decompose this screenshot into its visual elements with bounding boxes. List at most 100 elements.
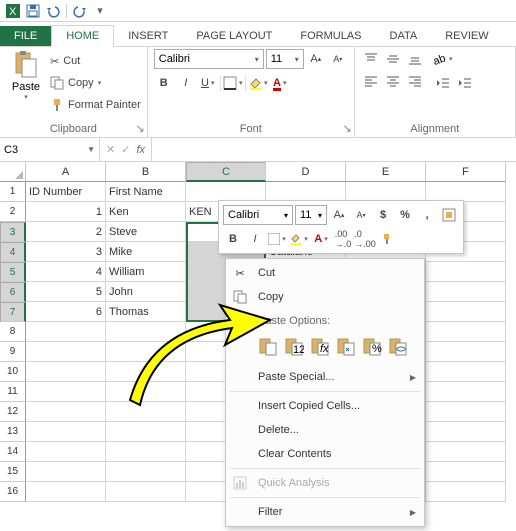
cell-A2[interactable]: 1 bbox=[26, 202, 106, 222]
mini-format-cells-icon[interactable] bbox=[439, 205, 459, 225]
mini-decrease-decimal-icon[interactable]: .00→.0 bbox=[333, 229, 353, 249]
mini-decrease-font-icon[interactable]: A▾ bbox=[351, 205, 371, 225]
align-right-icon[interactable] bbox=[405, 71, 425, 91]
ctx-paste-special[interactable]: Paste Special...▶ bbox=[226, 365, 424, 389]
cell-A9[interactable] bbox=[26, 342, 106, 362]
row-header-2[interactable]: 2 bbox=[0, 202, 26, 222]
ctx-insert-copied[interactable]: Insert Copied Cells... bbox=[226, 394, 424, 418]
fx-icon[interactable]: fx bbox=[136, 144, 145, 156]
italic-button[interactable]: I bbox=[176, 73, 196, 93]
cell-A13[interactable] bbox=[26, 422, 106, 442]
mini-italic-button[interactable]: I bbox=[245, 229, 265, 249]
col-header-A[interactable]: A bbox=[26, 162, 106, 182]
mini-increase-decimal-icon[interactable]: .0→.00 bbox=[355, 229, 375, 249]
col-header-E[interactable]: E bbox=[346, 162, 426, 182]
row-header-13[interactable]: 13 bbox=[0, 422, 26, 442]
mini-percent-icon[interactable]: % bbox=[395, 205, 415, 225]
cell-F11[interactable] bbox=[426, 382, 506, 402]
cell-A8[interactable] bbox=[26, 322, 106, 342]
cell-A10[interactable] bbox=[26, 362, 106, 382]
align-center-icon[interactable] bbox=[383, 71, 403, 91]
decrease-indent-icon[interactable] bbox=[433, 73, 453, 93]
cell-A7[interactable]: 6 bbox=[26, 302, 106, 322]
name-box[interactable]: C3▼ bbox=[0, 138, 100, 161]
col-header-B[interactable]: B bbox=[106, 162, 186, 182]
font-size-select[interactable]: 11▾ bbox=[266, 49, 304, 69]
cell-B9[interactable] bbox=[106, 342, 186, 362]
mini-format-painter-icon[interactable] bbox=[377, 229, 397, 249]
cell-A16[interactable] bbox=[26, 482, 106, 502]
cell-B8[interactable] bbox=[106, 322, 186, 342]
mini-font-size[interactable]: 11▾ bbox=[295, 205, 327, 225]
tab-review[interactable]: REVIEW bbox=[431, 26, 502, 46]
cell-A5[interactable]: 4 bbox=[26, 262, 106, 282]
cell-F5[interactable] bbox=[426, 262, 506, 282]
ctx-cut[interactable]: ✂Cut bbox=[226, 261, 424, 285]
mini-border-button[interactable] bbox=[267, 229, 287, 249]
chevron-down-icon[interactable]: ▼ bbox=[87, 145, 95, 154]
mini-increase-font-icon[interactable]: A▴ bbox=[329, 205, 349, 225]
cell-F12[interactable] bbox=[426, 402, 506, 422]
cell-A12[interactable] bbox=[26, 402, 106, 422]
cell-F10[interactable] bbox=[426, 362, 506, 382]
cut-button[interactable]: ✂Cut bbox=[50, 51, 141, 71]
format-painter-button[interactable]: Format Painter bbox=[50, 95, 141, 115]
tab-insert[interactable]: INSERT bbox=[114, 26, 182, 46]
bold-button[interactable]: B bbox=[154, 73, 174, 93]
cell-A15[interactable] bbox=[26, 462, 106, 482]
underline-button[interactable]: U bbox=[198, 73, 218, 93]
ctx-clear-contents[interactable]: Clear Contents bbox=[226, 442, 424, 466]
cell-B3[interactable]: Steve bbox=[106, 222, 186, 242]
font-color-button[interactable]: A bbox=[270, 73, 290, 93]
paste-option-formulas-icon[interactable]: fx bbox=[308, 335, 332, 359]
mini-currency-icon[interactable]: $ bbox=[373, 205, 393, 225]
row-header-15[interactable]: 15 bbox=[0, 462, 26, 482]
cell-B7[interactable]: Thomas bbox=[106, 302, 186, 322]
mini-font-name[interactable]: Calibri▾ bbox=[223, 205, 293, 225]
align-left-icon[interactable] bbox=[361, 71, 381, 91]
cell-D1[interactable] bbox=[266, 182, 346, 202]
cell-F7[interactable] bbox=[426, 302, 506, 322]
col-header-D[interactable]: D bbox=[266, 162, 346, 182]
mini-bold-button[interactable]: B bbox=[223, 229, 243, 249]
cell-A1[interactable]: ID Number bbox=[26, 182, 106, 202]
font-dialog-launcher[interactable]: ↘ bbox=[343, 122, 352, 135]
tab-file[interactable]: FILE bbox=[0, 26, 51, 46]
row-header-3[interactable]: 3 bbox=[0, 222, 26, 242]
cell-F14[interactable] bbox=[426, 442, 506, 462]
tab-home[interactable]: HOME bbox=[51, 25, 114, 47]
row-header-8[interactable]: 8 bbox=[0, 322, 26, 342]
row-header-12[interactable]: 12 bbox=[0, 402, 26, 422]
mini-fill-button[interactable] bbox=[289, 229, 309, 249]
cell-B4[interactable]: Mike bbox=[106, 242, 186, 262]
cell-F6[interactable] bbox=[426, 282, 506, 302]
tab-page-layout[interactable]: PAGE LAYOUT bbox=[182, 26, 286, 46]
row-header-10[interactable]: 10 bbox=[0, 362, 26, 382]
increase-font-icon[interactable]: A▴ bbox=[306, 49, 326, 69]
paste-option-transpose-icon[interactable] bbox=[334, 335, 358, 359]
cell-F13[interactable] bbox=[426, 422, 506, 442]
row-header-7[interactable]: 7 bbox=[0, 302, 26, 322]
row-header-14[interactable]: 14 bbox=[0, 442, 26, 462]
fill-color-button[interactable] bbox=[248, 73, 268, 93]
cell-E1[interactable] bbox=[346, 182, 426, 202]
cell-F1[interactable] bbox=[426, 182, 506, 202]
align-top-icon[interactable] bbox=[361, 49, 381, 69]
cell-B6[interactable]: John bbox=[106, 282, 186, 302]
font-name-select[interactable]: Calibri▾ bbox=[154, 49, 264, 69]
qat-customize-icon[interactable]: ▾ bbox=[91, 2, 109, 20]
cell-B2[interactable]: Ken bbox=[106, 202, 186, 222]
paste-button[interactable]: Paste ▾ bbox=[6, 49, 46, 121]
save-icon[interactable] bbox=[24, 2, 42, 20]
cell-B14[interactable] bbox=[106, 442, 186, 462]
cell-C1[interactable] bbox=[186, 182, 266, 202]
row-header-4[interactable]: 4 bbox=[0, 242, 26, 262]
cell-F16[interactable] bbox=[426, 482, 506, 502]
select-all-corner[interactable] bbox=[0, 162, 26, 182]
ctx-delete[interactable]: Delete... bbox=[226, 418, 424, 442]
row-header-6[interactable]: 6 bbox=[0, 282, 26, 302]
cell-B12[interactable] bbox=[106, 402, 186, 422]
row-header-5[interactable]: 5 bbox=[0, 262, 26, 282]
tab-formulas[interactable]: FORMULAS bbox=[286, 26, 375, 46]
row-header-11[interactable]: 11 bbox=[0, 382, 26, 402]
